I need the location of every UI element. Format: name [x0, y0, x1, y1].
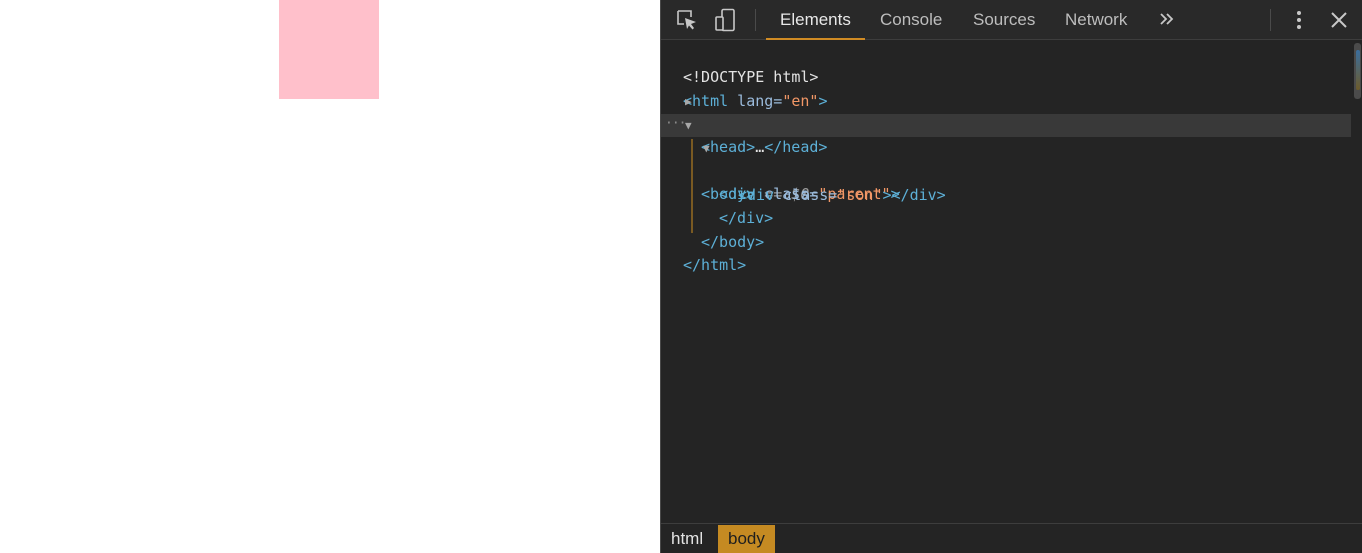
- dom-node-div-parent[interactable]: ▼ <div class="parent">: [661, 137, 1351, 203]
- dom-node-parent-close[interactable]: </div>: [661, 184, 1351, 227]
- tab-elements[interactable]: Elements: [766, 0, 865, 40]
- dom-node-head[interactable]: ▶ <head>…</head>: [661, 90, 1351, 156]
- son-element-box: [279, 0, 379, 99]
- dom-node-body[interactable]: ··· ▼ <body> == $0: [661, 112, 1351, 203]
- device-toolbar-icon[interactable]: [713, 8, 737, 32]
- dom-node-doctype[interactable]: <!DOCTYPE html>: [661, 43, 1351, 86]
- dom-node-body-close[interactable]: </body>: [661, 208, 1351, 251]
- html-close-tag: </html>: [683, 256, 747, 274]
- collapse-triangle-icon[interactable]: ▼: [685, 114, 692, 137]
- dom-tree: <!DOCTYPE html> <html lang="en"> ▶ <head…: [661, 43, 1351, 521]
- toolbar-separator: [755, 9, 756, 31]
- scrollbar-marker: [1356, 50, 1360, 90]
- toolbar-separator: [1270, 9, 1271, 31]
- dom-node-html-close[interactable]: </html>: [661, 231, 1351, 274]
- inspect-element-icon[interactable]: [675, 8, 699, 32]
- kebab-menu-icon[interactable]: [1291, 8, 1307, 32]
- tree-indent-guide: [691, 139, 693, 233]
- tab-network[interactable]: Network: [1065, 0, 1127, 40]
- expand-triangle-icon[interactable]: ▶: [685, 90, 692, 113]
- close-icon[interactable]: [1329, 9, 1349, 31]
- collapse-triangle-icon[interactable]: ▼: [703, 137, 710, 160]
- devtools-panel: Elements Console Sources Network <!DOCTY…: [660, 0, 1362, 553]
- tab-console[interactable]: Console: [880, 0, 942, 40]
- breadcrumb-body[interactable]: body: [718, 525, 775, 553]
- dom-node-html[interactable]: <html lang="en">: [661, 67, 1351, 110]
- devtools-toolbar: Elements Console Sources Network: [661, 0, 1362, 40]
- breadcrumb-html[interactable]: html: [661, 525, 713, 553]
- more-tabs-chevron-icon[interactable]: [1157, 8, 1177, 30]
- page-viewport: [0, 0, 660, 553]
- dom-node-div-son[interactable]: <div class="son"></div>: [661, 161, 1351, 204]
- breadcrumb: html body: [661, 523, 1362, 553]
- tab-sources[interactable]: Sources: [973, 0, 1035, 40]
- ellipsis-menu-icon[interactable]: ···: [665, 112, 687, 135]
